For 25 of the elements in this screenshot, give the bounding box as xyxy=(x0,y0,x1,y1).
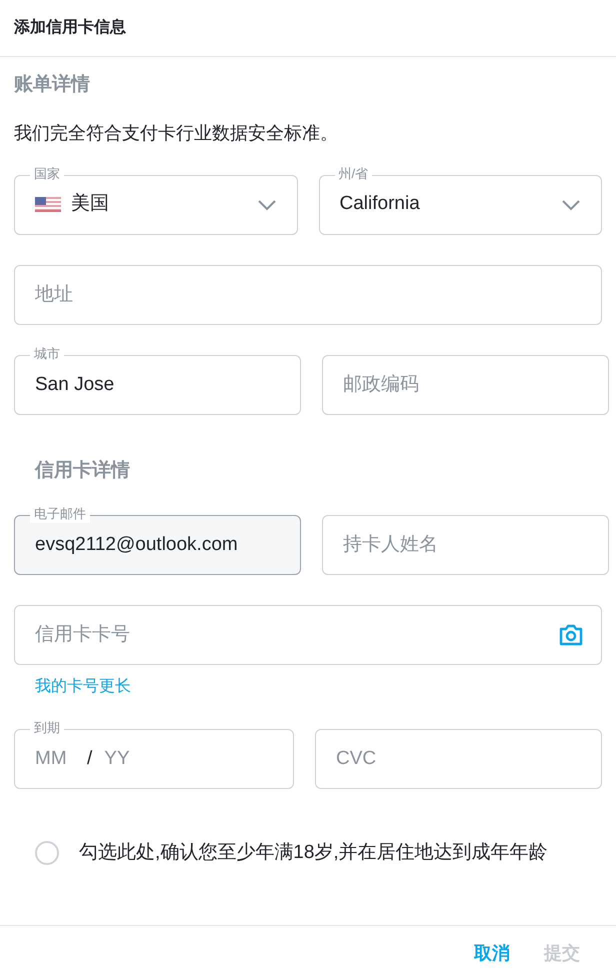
month-field[interactable]: MM xyxy=(35,744,75,774)
flag-icon xyxy=(35,197,61,212)
field-label: 城市 xyxy=(30,344,64,362)
dialog-title: 添加信用卡信息 xyxy=(14,18,126,38)
input-field[interactable]: 地址 xyxy=(14,264,602,324)
chevron-down-icon xyxy=(561,198,581,210)
field-label: 国家 xyxy=(30,164,64,182)
card-number-field[interactable]: 信用卡卡号 xyxy=(14,605,602,665)
chevron-down-icon xyxy=(256,198,276,210)
field-label: 电子邮件 xyxy=(30,505,90,523)
date-separator: / xyxy=(87,746,92,771)
select-value: California xyxy=(340,192,421,216)
age-checkbox[interactable] xyxy=(35,841,59,866)
section-heading: 账单详情 xyxy=(14,72,91,97)
field-label: 到期 xyxy=(30,719,64,737)
input-field[interactable]: 持卡人姓名 xyxy=(322,515,609,575)
field-label: 州/省 xyxy=(334,164,372,182)
camera-icon[interactable] xyxy=(558,623,584,647)
section-heading: 信用卡详情 xyxy=(35,458,131,482)
year-field[interactable]: YY xyxy=(104,744,144,774)
select-value: 美国 xyxy=(71,192,110,216)
input-field[interactable]: 邮政编码 xyxy=(322,354,609,414)
input-field[interactable]: CVC xyxy=(315,729,602,789)
notice-text: 我们完全符合支付卡行业数据安全标准。 xyxy=(14,122,339,144)
checkbox-label: 勾选此处,确认您至少年满18岁,并在居住地达到成年年龄 xyxy=(79,841,548,865)
